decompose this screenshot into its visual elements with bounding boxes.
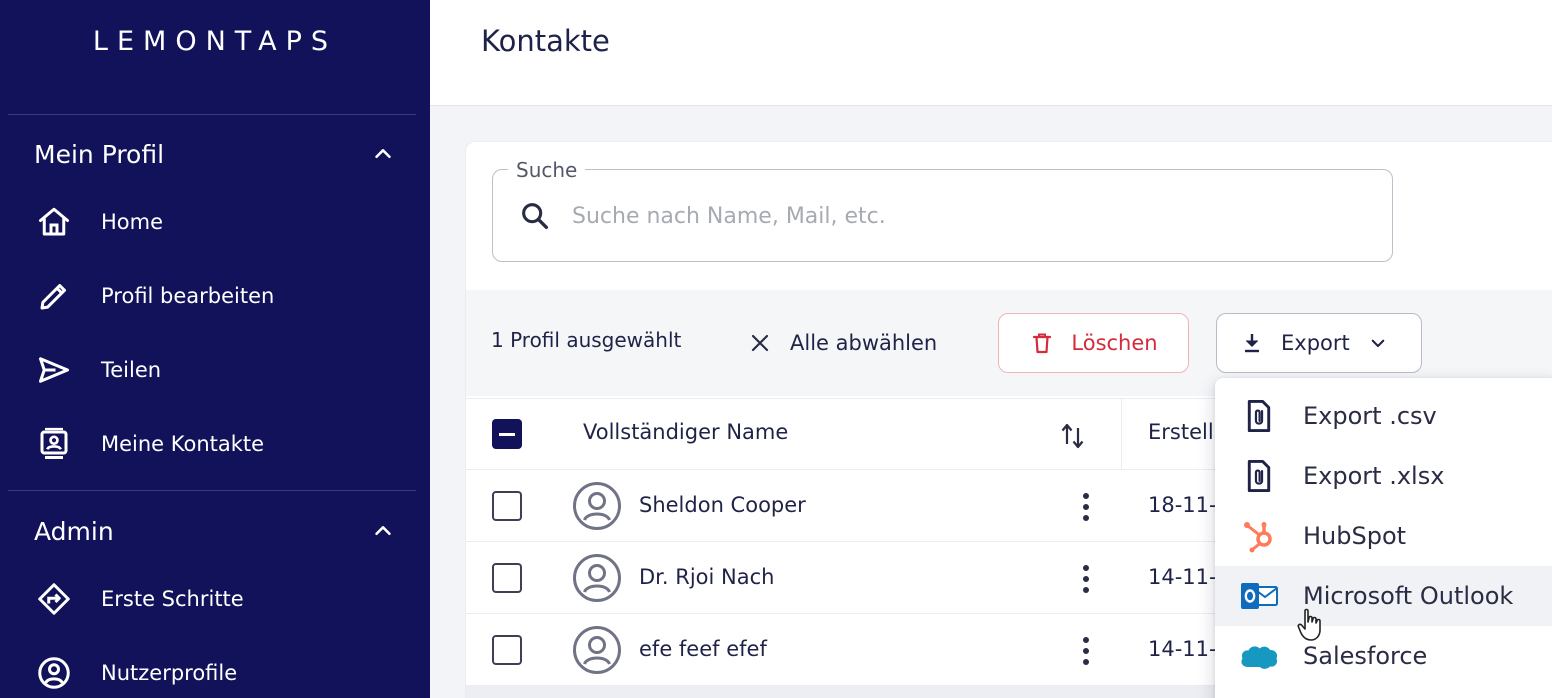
avatar-icon	[572, 553, 622, 603]
select-all-checkbox[interactable]	[492, 419, 522, 449]
contact-name: Sheldon Cooper	[639, 493, 806, 517]
sidebar-item-label: Nutzerprofile	[101, 661, 238, 685]
home-icon	[34, 202, 74, 242]
export-menu-item-csv[interactable]: Export .csv	[1215, 386, 1552, 446]
deselect-all-label: Alle abwählen	[790, 331, 938, 355]
column-divider	[1121, 398, 1122, 470]
row-checkbox[interactable]	[492, 491, 522, 521]
contacts-icon	[34, 424, 74, 464]
export-menu-label: HubSpot	[1303, 522, 1407, 550]
row-checkbox[interactable]	[492, 635, 522, 665]
trash-icon	[1029, 330, 1055, 356]
sidebar-item-nutzerprofile[interactable]: Nutzerprofile	[34, 651, 414, 695]
sidebar-item-label: Teilen	[101, 358, 162, 382]
sidebar-section-admin[interactable]: Admin	[34, 511, 394, 551]
export-menu-item-salesforce[interactable]: Salesforce	[1215, 626, 1552, 686]
export-menu: Export .csv Export .xlsx HubSpot Microso…	[1215, 378, 1552, 698]
chevron-up-icon[interactable]	[372, 520, 394, 542]
sidebar-item-home[interactable]: Home	[34, 200, 414, 244]
export-menu-label: Export .csv	[1303, 402, 1437, 430]
selection-count: 1 Profil ausgewählt	[491, 328, 682, 352]
sidebar-item-label: Erste Schritte	[101, 587, 244, 611]
export-menu-item-outlook[interactable]: Microsoft Outlook	[1215, 566, 1552, 626]
sidebar-item-teilen[interactable]: Teilen	[34, 348, 414, 392]
chevron-up-icon[interactable]	[372, 143, 394, 165]
export-menu-item-xlsx[interactable]: Export .xlsx	[1215, 446, 1552, 506]
column-header-name[interactable]: Vollständiger Name	[583, 420, 788, 444]
deselect-all-button[interactable]: Alle abwählen	[746, 326, 937, 360]
salesforce-icon	[1239, 639, 1279, 673]
sidebar-divider	[8, 114, 416, 115]
export-label: Export	[1281, 331, 1350, 355]
column-header-created[interactable]: Erstell	[1148, 420, 1214, 444]
chevron-down-icon	[1368, 333, 1388, 353]
send-icon	[34, 350, 74, 390]
close-icon	[746, 329, 774, 357]
search-label: Suche	[508, 158, 586, 182]
search-input[interactable]	[572, 198, 1372, 234]
sidebar-item-erste-schritte[interactable]: Erste Schritte	[34, 577, 414, 621]
top-bar: Kontakte	[430, 0, 1552, 106]
sidebar-item-meine-kontakte[interactable]: Meine Kontakte	[34, 422, 414, 466]
sidebar: LEMONTAPS Mein Profil Home Profil bearbe…	[0, 0, 430, 698]
delete-label: Löschen	[1071, 331, 1158, 355]
section-title: Mein Profil	[34, 139, 165, 169]
section-title: Admin	[34, 516, 114, 546]
contact-name: Dr. Rjoi Nach	[639, 565, 775, 589]
user-circle-icon	[34, 653, 74, 693]
sidebar-section-mein-profil[interactable]: Mein Profil	[34, 134, 394, 174]
sidebar-item-profil-bearbeiten[interactable]: Profil bearbeiten	[34, 274, 414, 318]
delete-button[interactable]: Löschen	[998, 313, 1189, 373]
file-attachment-icon	[1239, 459, 1279, 493]
more-vertical-icon[interactable]	[1074, 562, 1098, 596]
row-checkbox[interactable]	[492, 563, 522, 593]
sidebar-divider	[8, 490, 416, 491]
download-icon	[1239, 330, 1265, 356]
sidebar-item-label: Home	[101, 210, 164, 234]
hand-cursor-icon	[1297, 608, 1325, 642]
export-menu-label: Salesforce	[1303, 642, 1428, 670]
file-attachment-icon	[1239, 399, 1279, 433]
export-menu-label: Export .xlsx	[1303, 462, 1445, 490]
directions-icon	[34, 579, 74, 619]
sort-icon[interactable]	[1058, 418, 1088, 452]
outlook-icon	[1239, 579, 1279, 613]
more-vertical-icon[interactable]	[1074, 634, 1098, 668]
more-vertical-icon[interactable]	[1074, 490, 1098, 524]
avatar-icon	[572, 625, 622, 675]
export-button[interactable]: Export	[1216, 313, 1422, 373]
page-title: Kontakte	[481, 24, 610, 58]
search-icon	[518, 199, 552, 233]
sidebar-item-label: Meine Kontakte	[101, 432, 265, 456]
app-logo[interactable]: LEMONTAPS	[0, 26, 430, 57]
export-menu-item-hubspot[interactable]: HubSpot	[1215, 506, 1552, 566]
pencil-icon	[34, 276, 74, 316]
sidebar-item-label: Profil bearbeiten	[101, 284, 275, 308]
hubspot-icon	[1239, 519, 1279, 553]
export-menu-label: Microsoft Outlook	[1303, 582, 1514, 610]
contact-name: efe feef efef	[639, 637, 767, 661]
avatar-icon	[572, 481, 622, 531]
